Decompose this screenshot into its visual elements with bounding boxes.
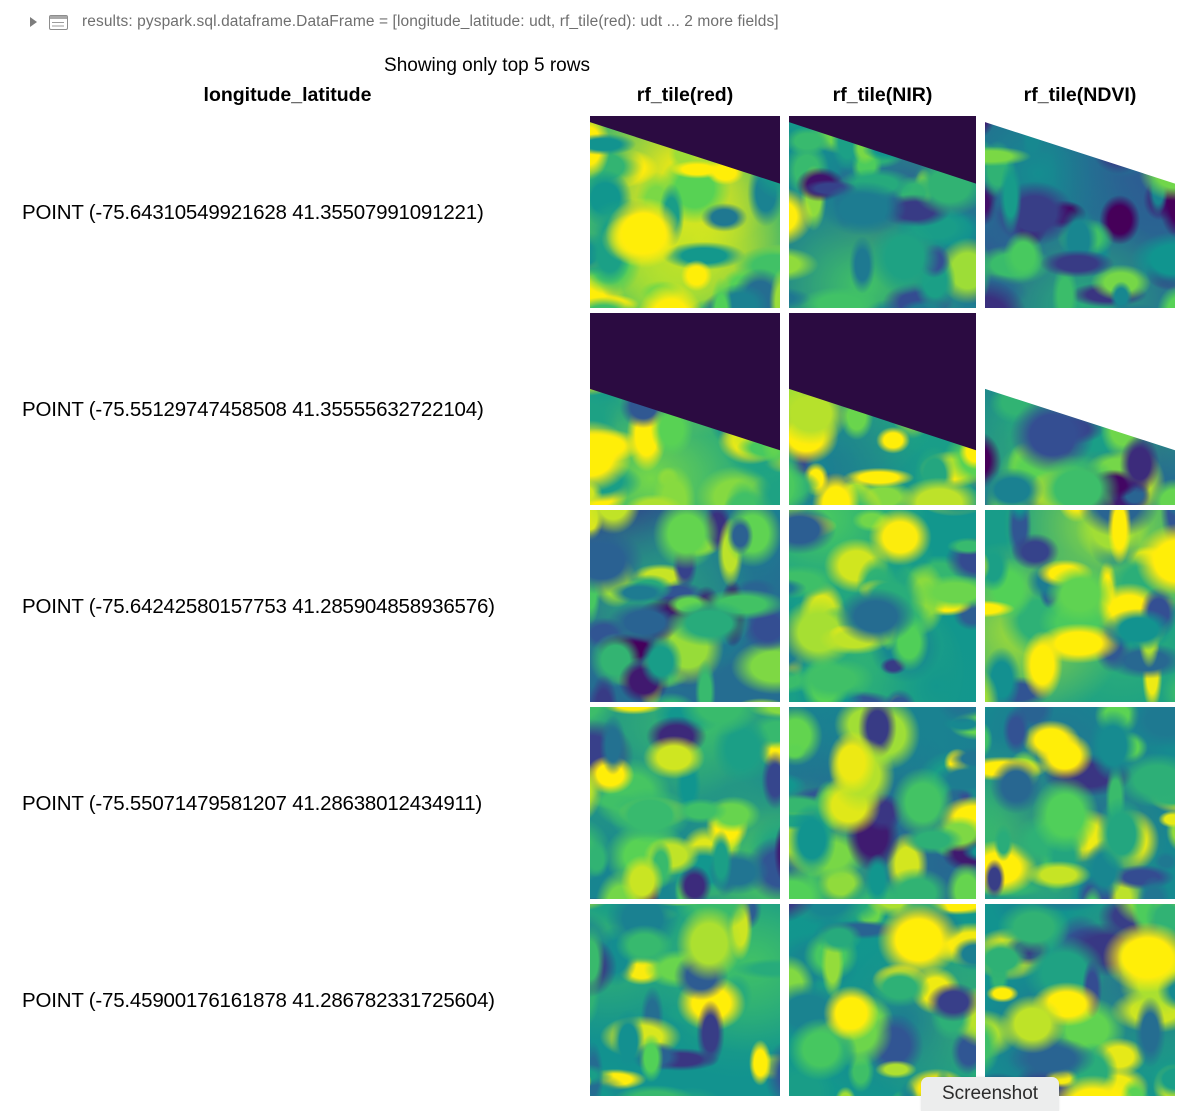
raster-tile-ndvi[interactable] bbox=[985, 707, 1175, 899]
raster-tile-red[interactable] bbox=[590, 313, 780, 505]
table-row: POINT (-75.45900176161878 41.28678233172… bbox=[0, 902, 1200, 1099]
raster-tile-ndvi[interactable] bbox=[985, 313, 1175, 505]
column-header-rf-tile-nir: rf_tile(NIR) bbox=[832, 84, 933, 106]
showing-rows-text: Showing only top 5 rows bbox=[384, 55, 590, 76]
raster-tile-nir[interactable] bbox=[789, 510, 976, 702]
showing-rows-caption: Showing only top 5 rows bbox=[0, 55, 1200, 77]
raster-surface bbox=[789, 904, 976, 1096]
raster-surface bbox=[985, 904, 1175, 1096]
point-geometry-label: POINT (-75.64242580157753 41.28590485893… bbox=[22, 594, 495, 618]
raster-surface bbox=[985, 510, 1175, 702]
raster-surface bbox=[789, 707, 976, 899]
raster-tile-red[interactable] bbox=[590, 707, 780, 899]
raster-tile-ndvi[interactable] bbox=[985, 116, 1175, 308]
point-geometry-label: POINT (-75.64310549921628 41.35507991091… bbox=[22, 200, 484, 224]
table-body: POINT (-75.64310549921628 41.35507991091… bbox=[0, 114, 1200, 1099]
table-header-row: longitude_latitude rf_tile(red) rf_tile(… bbox=[0, 84, 1200, 114]
column-header-rf-tile-red: rf_tile(red) bbox=[636, 84, 734, 106]
point-geometry-label: POINT (-75.45900176161878 41.28678233172… bbox=[22, 988, 495, 1012]
raster-tile-nir[interactable] bbox=[789, 707, 976, 899]
disclosure-triangle-icon[interactable] bbox=[30, 17, 37, 27]
raster-surface bbox=[590, 510, 780, 702]
result-bar: results: pyspark.sql.dataframe.DataFrame… bbox=[0, 0, 1200, 44]
screenshot-label: Screenshot bbox=[941, 1083, 1039, 1104]
result-schema-text: results: pyspark.sql.dataframe.DataFrame… bbox=[82, 13, 779, 30]
raster-surface bbox=[985, 707, 1175, 899]
column-header-longitude-latitude: longitude_latitude bbox=[203, 84, 372, 106]
raster-tile-nir[interactable] bbox=[789, 116, 976, 308]
raster-surface bbox=[590, 904, 780, 1096]
dataframe-result-page: results: pyspark.sql.dataframe.DataFrame… bbox=[0, 0, 1200, 1111]
raster-tile-ndvi[interactable] bbox=[985, 904, 1175, 1096]
table-grid-icon[interactable] bbox=[49, 14, 68, 30]
table-row: POINT (-75.64242580157753 41.28590485893… bbox=[0, 508, 1200, 705]
point-geometry-label: POINT (-75.55129747458508 41.35555632722… bbox=[22, 397, 484, 421]
table-row: POINT (-75.55129747458508 41.35555632722… bbox=[0, 311, 1200, 508]
raster-tile-red[interactable] bbox=[590, 116, 780, 308]
point-geometry-label: POINT (-75.55071479581207 41.28638012434… bbox=[22, 791, 483, 815]
raster-surface bbox=[789, 510, 976, 702]
raster-tile-nir[interactable] bbox=[789, 904, 976, 1096]
raster-tile-ndvi[interactable] bbox=[985, 510, 1175, 702]
raster-tile-nir[interactable] bbox=[789, 313, 976, 505]
raster-tile-red[interactable] bbox=[590, 904, 780, 1096]
column-header-rf-tile-ndvi: rf_tile(NDVI) bbox=[1023, 84, 1137, 106]
raster-tile-red[interactable] bbox=[590, 510, 780, 702]
screenshot-overlay-chip[interactable]: Screenshot bbox=[921, 1077, 1059, 1111]
raster-surface bbox=[590, 707, 780, 899]
table-row: POINT (-75.55071479581207 41.28638012434… bbox=[0, 705, 1200, 902]
results-table: longitude_latitude rf_tile(red) rf_tile(… bbox=[0, 84, 1200, 1099]
table-row: POINT (-75.64310549921628 41.35507991091… bbox=[0, 114, 1200, 311]
